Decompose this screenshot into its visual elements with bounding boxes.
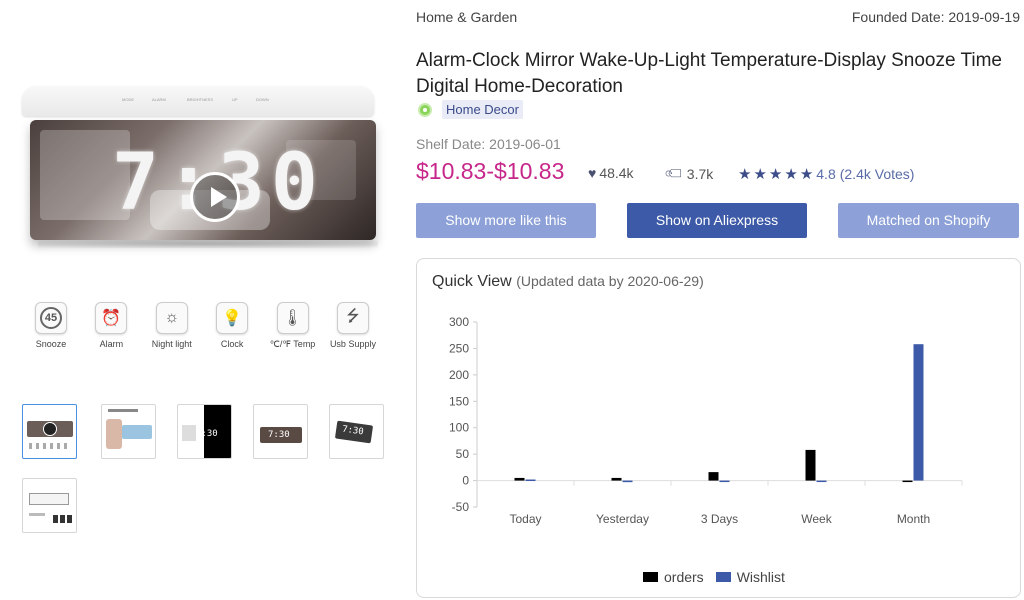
feature-icons-row: 45 Snooze ⏰ Alarm ☼ Night light 💡 Clock …: [22, 302, 382, 350]
orders-legend-swatch: [643, 572, 658, 582]
clock-mirror-face: 7:30: [30, 120, 376, 240]
quick-view-bar-chart: 300 250 200 150 100 50 0 -50 Today Yesterday 3 Day…: [449, 315, 963, 526]
y-tick-label: -50: [452, 500, 470, 514]
feature-label: Snooze: [35, 339, 67, 349]
orders-bar-today: [514, 477, 525, 481]
clock-top-label: MODE: [122, 97, 134, 102]
wishlist-bar-3-days: [719, 480, 730, 483]
orders-count: 3.7k: [686, 165, 714, 182]
thumbnail-5[interactable]: 7:30: [329, 404, 384, 459]
feature-label: Alarm: [99, 339, 124, 349]
show-more-like-this-button[interactable]: Show more like this: [416, 203, 596, 238]
play-video-icon[interactable]: [190, 172, 240, 222]
wishlist-bar-week: [816, 480, 827, 483]
thumbnail-2[interactable]: [101, 404, 156, 459]
clock-top-label: ALARM: [152, 97, 166, 102]
likes-count: 48.4k: [599, 165, 634, 181]
orders-stat: 🏷 3.7k: [663, 161, 714, 185]
feature-alarm: ⏰ Alarm: [82, 302, 140, 350]
price-tag-icon: 🏷: [662, 161, 687, 186]
thermometer-icon: 🌡: [276, 302, 309, 334]
clock-top-label: UP: [232, 97, 238, 102]
chart-legend: orders Wishlist: [643, 569, 785, 585]
feature-label: ℃/℉ Temp: [269, 339, 316, 349]
usb-icon: ⭍: [336, 302, 369, 334]
rating-value: 4.8: [816, 166, 836, 182]
legend-label-wishlist: Wishlist: [736, 569, 785, 585]
star-icon: ★: [738, 166, 752, 183]
feature-night-light: ☼ Night light: [143, 302, 201, 350]
tag-row: Home Decor: [418, 100, 523, 119]
thumbnail-3[interactable]: 7:30: [177, 404, 232, 459]
feature-label: Usb Supply: [329, 339, 376, 349]
y-tick-label: 100: [449, 421, 469, 435]
product-main-image[interactable]: MODE ALARM BRIGHTNESS UP DOWN 7:30: [18, 84, 382, 254]
wishlist-legend-swatch: [715, 572, 731, 582]
snooze-icon: 45: [35, 302, 67, 334]
alarm-clock-icon: ⏰: [95, 302, 128, 334]
star-icon: ★: [784, 166, 798, 183]
y-tick-label: 200: [449, 368, 469, 382]
founded-date: Founded Date: 2019-09-19: [851, 9, 1020, 25]
heart-icon: ♥: [588, 165, 597, 181]
product-title: Alarm-Clock Mirror Wake-Up-Light Tempera…: [416, 50, 1003, 97]
feature-snooze: 45 Snooze: [22, 302, 80, 350]
night-light-icon: ☼: [155, 302, 188, 334]
shelf-date: Shelf Date: 2019-06-01: [416, 136, 561, 152]
thumbnail-6[interactable]: [22, 478, 77, 533]
y-tick-label: 50: [456, 447, 470, 461]
feature-label: Clock: [220, 339, 244, 349]
clock-top-label: DOWN: [256, 97, 269, 102]
wishlist-bar-month: [913, 344, 924, 481]
feature-clock: 💡 Clock: [203, 302, 261, 350]
y-tick-label: 250: [449, 341, 469, 355]
y-tick-label: 0: [462, 474, 469, 488]
thumbnail-4[interactable]: 7:30: [253, 404, 308, 459]
orders-bar-month: [902, 480, 913, 483]
show-on-aliexpress-button[interactable]: Show on Aliexpress: [627, 203, 807, 238]
feature-label: Night light: [151, 339, 192, 349]
home-decor-tag[interactable]: Home Decor: [442, 100, 523, 119]
rating-stars: ★ ★ ★ ★ ★ 4.8 (2.4k Votes): [738, 165, 914, 183]
star-icon: ★: [768, 166, 783, 183]
orders-bar-yesterday: [611, 477, 622, 481]
tag-dot-icon: [418, 102, 432, 117]
feature-temp: 🌡 ℃/℉ Temp: [264, 302, 322, 350]
legend-label-orders: orders: [664, 569, 704, 585]
thumbnail-1[interactable]: [22, 404, 77, 459]
votes-count: (2.4k Votes): [839, 166, 915, 182]
price-range: $10.83-$10.83: [416, 158, 565, 184]
orders-bar-3-days: [708, 472, 719, 481]
x-tick-label: Today: [509, 512, 541, 526]
x-tick-label: Yesterday: [596, 512, 649, 526]
y-tick-label: 300: [449, 315, 469, 329]
x-tick-label: 3 Days: [701, 512, 738, 526]
matched-on-shopify-button[interactable]: Matched on Shopify: [838, 203, 1019, 238]
category-breadcrumb[interactable]: Home & Garden: [416, 9, 517, 25]
star-icon: ★: [753, 166, 767, 183]
star-icon: ★: [799, 166, 814, 183]
likes-stat: ♥ 48.4k: [588, 165, 634, 181]
clock-top-label: BRIGHTNESS: [187, 97, 214, 102]
feature-usb: ⭍ Usb Supply: [324, 302, 382, 350]
y-tick-label: 150: [449, 394, 469, 408]
orders-bar-week: [805, 449, 816, 481]
x-tick-label: Month: [897, 512, 930, 526]
x-tick-label: Week: [801, 512, 832, 526]
clock-top-panel: MODE ALARM BRIGHTNESS UP DOWN: [22, 86, 374, 116]
wishlist-bar-today: [525, 479, 536, 482]
quick-view-panel: Quick View (Updated data by 2020-06-29) …: [416, 258, 1021, 598]
wishlist-bar-yesterday: [622, 480, 633, 483]
clock-light-icon: 💡: [216, 302, 249, 334]
